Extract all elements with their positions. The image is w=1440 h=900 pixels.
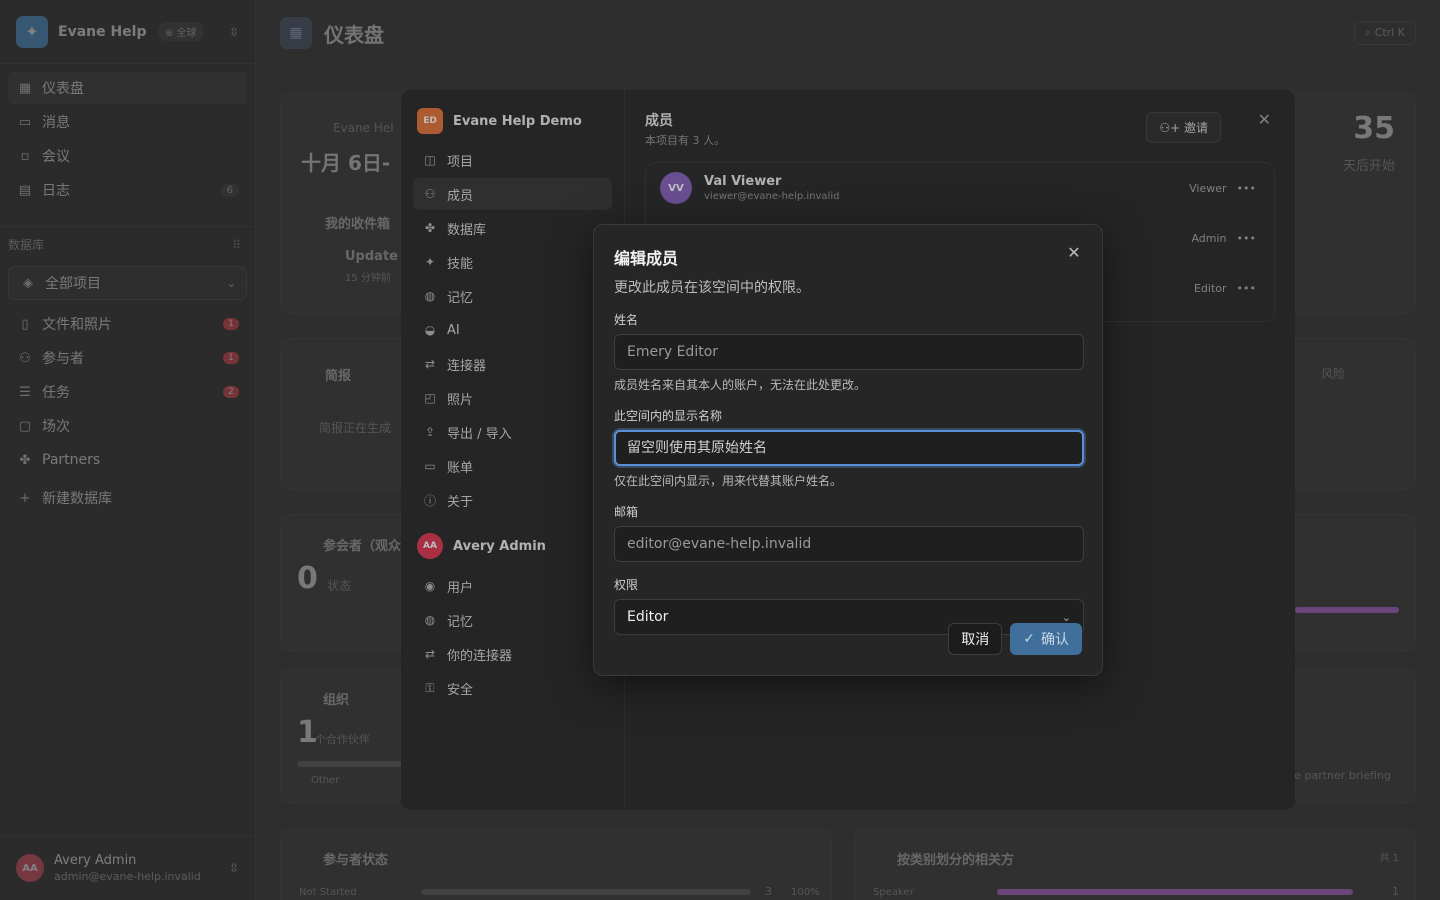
email-field: editor@evane-help.invalid xyxy=(614,526,1084,562)
name-field: Emery Editor xyxy=(614,334,1084,370)
display-name-input[interactable] xyxy=(627,440,1071,456)
email-label: 邮箱 xyxy=(614,505,639,519)
chevron-down-icon: ⌄ xyxy=(1061,610,1071,624)
name-value: Emery Editor xyxy=(627,344,719,360)
display-name-hint: 仅在此空间内显示，用来代替其账户姓名。 xyxy=(614,474,843,488)
close-icon[interactable]: ✕ xyxy=(1064,243,1084,263)
dialog-title: 编辑成员 xyxy=(614,249,679,268)
name-label: 姓名 xyxy=(614,313,639,327)
confirm-button[interactable]: ✓ 确认 xyxy=(1010,623,1082,655)
display-name-field[interactable] xyxy=(614,430,1084,466)
role-value: Editor xyxy=(627,609,669,625)
cancel-button[interactable]: 取消 xyxy=(948,623,1003,655)
role-label: 权限 xyxy=(614,578,639,592)
display-name-label: 此空间内的显示名称 xyxy=(614,409,723,423)
check-icon: ✓ xyxy=(1023,631,1035,647)
dialog-description: 更改此成员在该空间中的权限。 xyxy=(614,280,810,296)
name-hint: 成员姓名来自其本人的账户，无法在此处更改。 xyxy=(614,378,867,392)
email-value: editor@evane-help.invalid xyxy=(627,536,812,552)
edit-member-dialog: 编辑成员 更改此成员在该空间中的权限。 ✕ 姓名 Emery Editor 成员… xyxy=(593,224,1103,676)
confirm-label: 确认 xyxy=(1041,632,1069,648)
